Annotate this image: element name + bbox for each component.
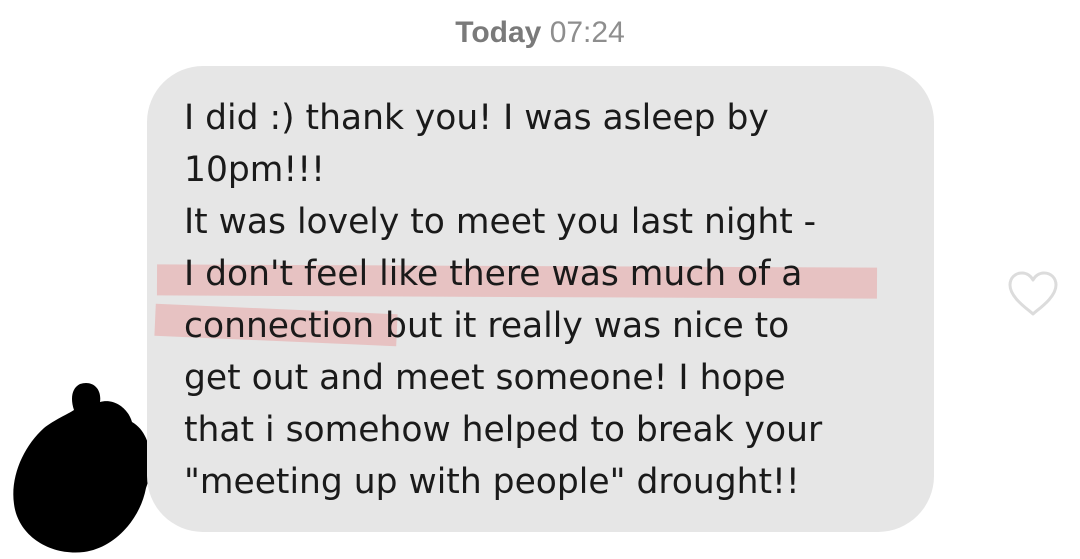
- message-line: "meeting up with people" drought!!: [184, 462, 800, 502]
- message-line: get out and meet someone! I hope: [184, 358, 786, 398]
- message-text: I did :) thank you! I was asleep by 10pm…: [184, 92, 904, 508]
- message-line: It was lovely to meet you last night -: [184, 202, 817, 242]
- message-line: connection but it really was nice to: [184, 306, 790, 346]
- message-line: I did :) thank you! I was asleep by: [184, 98, 769, 138]
- heart-outline-icon[interactable]: [1006, 270, 1060, 318]
- timestamp-day: Today: [455, 16, 542, 49]
- redacted-avatar-icon: [13, 382, 151, 553]
- message-line: I don't feel like there was much of a: [184, 254, 803, 294]
- message-line: 10pm!!!: [184, 150, 325, 190]
- timestamp-time: 07:24: [549, 16, 625, 49]
- message-timestamp: Today 07:24: [0, 16, 1080, 50]
- message-line: that i somehow helped to break your: [184, 410, 823, 450]
